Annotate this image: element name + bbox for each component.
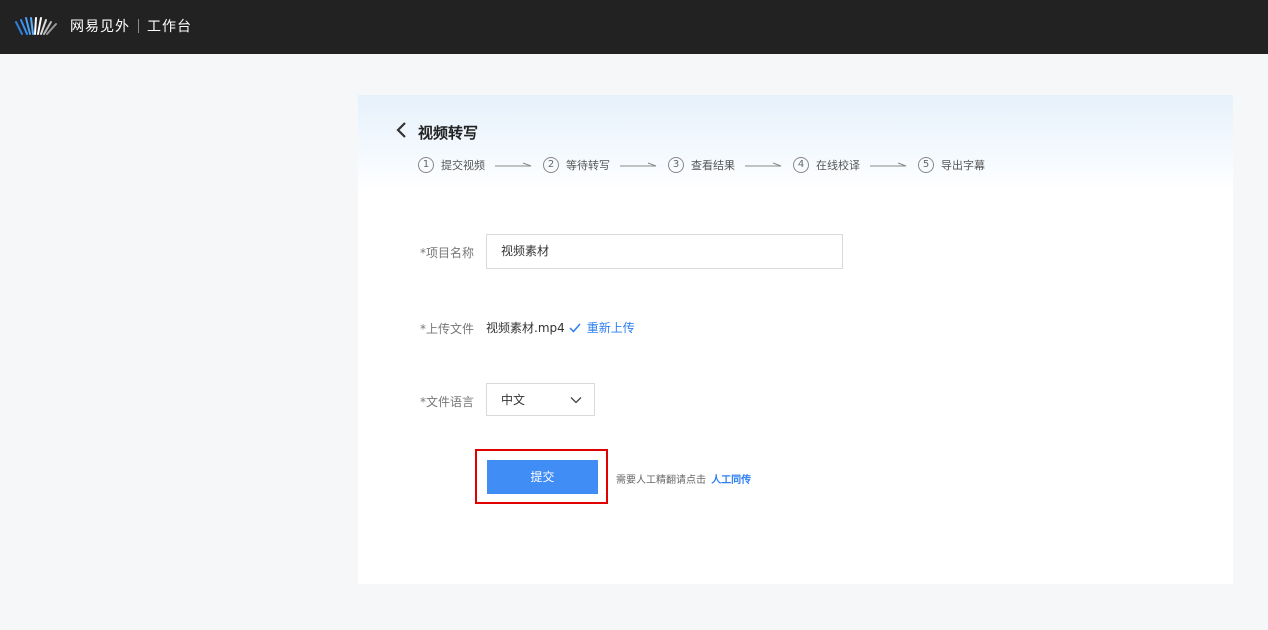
brand-name: 网易见外: [70, 19, 130, 35]
back-arrow-icon[interactable]: [394, 121, 410, 139]
human-translation-hint: 需要人工精翻请点击 人工同传: [616, 471, 751, 486]
step-3: 3 查看结果: [668, 157, 735, 173]
file-name: 视频素材.mp4: [486, 321, 565, 335]
check-icon: [569, 323, 581, 333]
step-label: 查看结果: [691, 159, 735, 172]
step-number: 2: [543, 157, 559, 173]
step-number: 1: [418, 157, 434, 173]
page-title: 视频转写: [418, 124, 479, 142]
step-label: 导出字幕: [941, 159, 985, 172]
reupload-link[interactable]: 重新上传: [587, 319, 635, 336]
upload-file-label: *上传文件: [420, 322, 475, 336]
chevron-down-icon: [570, 396, 582, 403]
step-1: 1 提交视频: [418, 157, 485, 173]
project-name-label: *项目名称: [420, 246, 475, 260]
logo[interactable]: 网易见外 工作台: [14, 12, 192, 40]
language-select[interactable]: 中文: [486, 383, 595, 416]
step-number: 3: [668, 157, 684, 173]
arrow-right-icon: [495, 162, 532, 167]
step-number: 5: [918, 157, 934, 173]
top-navbar: 网易见外 工作台: [0, 0, 1268, 54]
brand-divider: [138, 19, 139, 33]
language-value: 中文: [501, 393, 526, 407]
step-label: 等待转写: [566, 159, 610, 172]
arrow-right-icon: [745, 162, 782, 167]
arrow-right-icon: [620, 162, 657, 167]
uploaded-file: 视频素材.mp4 重新上传: [486, 319, 635, 336]
main-card: 视频转写 1 提交视频 2 等待转写 3 查看结果 4 在线校译 5 导出字幕 …: [358, 95, 1233, 584]
card-header: 视频转写 1 提交视频 2 等待转写 3 查看结果 4 在线校译 5 导出字幕: [358, 95, 1233, 191]
workspace-link[interactable]: 工作台: [147, 16, 192, 36]
step-label: 提交视频: [441, 159, 485, 172]
logo-icon: [15, 17, 57, 35]
step-4: 4 在线校译: [793, 157, 860, 173]
step-2: 2 等待转写: [543, 157, 610, 173]
step-number: 4: [793, 157, 809, 173]
step-progress: 1 提交视频 2 等待转写 3 查看结果 4 在线校译 5 导出字幕: [418, 157, 985, 173]
file-language-label: *文件语言: [420, 395, 475, 409]
hint-text: 需要人工精翻请点击: [616, 475, 706, 486]
human-translation-link[interactable]: 人工同传: [711, 475, 751, 486]
arrow-right-icon: [870, 162, 907, 167]
submit-button[interactable]: 提交: [487, 460, 598, 494]
step-label: 在线校译: [816, 159, 860, 172]
step-5: 5 导出字幕: [918, 157, 985, 173]
project-name-input[interactable]: [486, 234, 843, 269]
